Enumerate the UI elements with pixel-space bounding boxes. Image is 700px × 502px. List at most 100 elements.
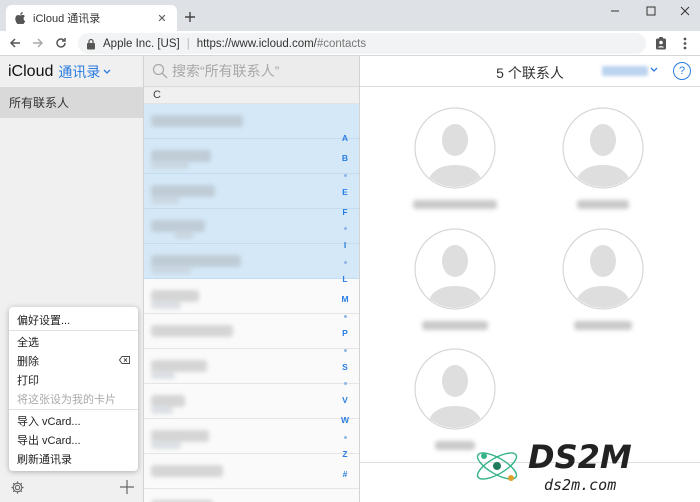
settings-menu: 偏好设置... 全选 删除 打印 将这张设为我的卡片 导入 vCard... 导…	[9, 307, 138, 471]
chevron-down-icon[interactable]	[650, 65, 658, 76]
menu-item-label: 打印	[17, 374, 39, 387]
menu-item-delete[interactable]: 删除	[9, 351, 138, 370]
contact-detail	[151, 196, 179, 204]
list-item[interactable]	[144, 174, 359, 209]
index-dot[interactable]	[343, 314, 347, 318]
alphabet-index[interactable]: A B E F I L M P S V W Z #	[340, 134, 350, 479]
avatar-icon	[414, 228, 496, 310]
list-item[interactable]	[144, 489, 359, 502]
list-item[interactable]	[144, 139, 359, 174]
sidebar-footer	[0, 472, 144, 502]
index-dot[interactable]	[343, 173, 347, 177]
gear-icon[interactable]	[10, 480, 25, 495]
chevron-down-icon[interactable]	[103, 67, 111, 78]
menu-item-label: 删除	[17, 355, 39, 368]
contact-card[interactable]	[405, 107, 505, 209]
watermark-logo-text: DS2M	[528, 438, 632, 476]
index-letter[interactable]: L	[342, 275, 347, 284]
search-bar[interactable]: 搜索“所有联系人”	[144, 56, 359, 87]
list-item[interactable]	[144, 209, 359, 244]
menu-divider	[9, 330, 138, 331]
menu-item-make-my-card: 将这张设为我的卡片	[9, 389, 138, 408]
index-letter[interactable]: M	[341, 295, 348, 304]
contact-detail	[151, 266, 191, 274]
index-letter[interactable]: W	[341, 416, 349, 425]
help-button[interactable]: ?	[673, 62, 691, 80]
index-dot[interactable]	[343, 227, 347, 231]
contact-name	[151, 465, 223, 477]
list-item[interactable]	[144, 244, 359, 279]
reload-button[interactable]	[52, 34, 70, 52]
index-letter[interactable]: P	[342, 328, 348, 338]
forward-button[interactable]	[29, 34, 47, 52]
list-item[interactable]	[144, 419, 359, 454]
plus-icon	[185, 12, 195, 22]
minimize-button[interactable]	[600, 0, 630, 22]
app-switcher[interactable]: iCloud 通讯录	[0, 56, 143, 87]
contact-card[interactable]	[553, 107, 653, 209]
search-icon	[152, 63, 168, 79]
index-dot[interactable]	[343, 348, 347, 352]
new-tab-button[interactable]	[181, 8, 199, 26]
menu-divider	[9, 409, 138, 410]
search-placeholder: 搜索“所有联系人”	[172, 63, 280, 79]
menu-item-print[interactable]: 打印	[9, 370, 138, 389]
account-name[interactable]	[602, 66, 648, 76]
index-letter[interactable]: V	[342, 396, 348, 405]
more-vertical-icon	[683, 37, 687, 49]
close-icon	[680, 6, 690, 16]
index-letter[interactable]: B	[342, 153, 348, 163]
list-item[interactable]	[144, 104, 359, 139]
app-name[interactable]: 通讯录	[58, 62, 100, 82]
index-dot[interactable]	[343, 261, 347, 265]
index-letter[interactable]: I	[344, 241, 346, 250]
list-item[interactable]	[144, 314, 359, 349]
index-letter[interactable]: S	[342, 362, 348, 372]
contact-name	[413, 200, 497, 209]
sidebar-item-all-contacts[interactable]: 所有联系人	[0, 87, 143, 118]
avatar-icon	[562, 107, 644, 189]
contact-detail	[151, 441, 181, 449]
menu-item-import-vcard[interactable]: 导入 vCard...	[9, 411, 138, 430]
menu-item-export-vcard[interactable]: 导出 vCard...	[9, 430, 138, 449]
contact-detail	[151, 406, 173, 414]
list-item[interactable]	[144, 349, 359, 384]
list-item[interactable]	[144, 279, 359, 314]
index-letter[interactable]: Z	[342, 450, 347, 459]
contact-card[interactable]	[405, 228, 505, 330]
index-letter[interactable]: E	[342, 187, 348, 197]
menu-item-refresh-contacts[interactable]: 刷新通讯录	[9, 449, 138, 468]
index-dot[interactable]	[343, 436, 347, 440]
index-letter[interactable]: F	[342, 207, 347, 217]
arrow-left-icon	[9, 38, 20, 48]
contact-card-extension-button[interactable]	[652, 34, 670, 52]
back-button[interactable]	[6, 34, 24, 52]
index-dot[interactable]	[343, 382, 347, 386]
address-bar[interactable]: Apple Inc. [US] | https://www.icloud.com…	[78, 33, 646, 54]
contact-rows	[144, 104, 359, 502]
menu-item-label: 导出 vCard...	[17, 434, 81, 447]
menu-item-select-all[interactable]: 全选	[9, 332, 138, 351]
minimize-icon	[611, 10, 619, 12]
avatar-icon	[414, 107, 496, 189]
add-contact-button[interactable]	[120, 480, 134, 494]
list-item[interactable]	[144, 384, 359, 419]
browser-tab-bar: iCloud 通讯录 ✕	[0, 0, 700, 31]
contact-card[interactable]	[553, 228, 653, 330]
browser-tab[interactable]: iCloud 通讯录 ✕	[6, 5, 177, 31]
browser-menu-button[interactable]	[676, 34, 694, 52]
url-path: #contacts	[316, 37, 367, 50]
maximize-icon	[646, 6, 656, 16]
index-letter[interactable]: A	[342, 134, 348, 143]
menu-item-label: 刷新通讯录	[17, 453, 72, 466]
tab-close-icon[interactable]: ✕	[155, 11, 169, 25]
window-close-button[interactable]	[670, 0, 700, 22]
index-letter[interactable]: #	[343, 469, 348, 479]
delete-key-icon	[118, 355, 130, 367]
list-item[interactable]	[144, 454, 359, 489]
maximize-button[interactable]	[636, 0, 666, 22]
contact-detail	[151, 301, 181, 309]
menu-item-preferences[interactable]: 偏好设置...	[9, 310, 138, 329]
contact-detail	[174, 231, 194, 239]
tab-title: iCloud 通讯录	[33, 13, 101, 25]
